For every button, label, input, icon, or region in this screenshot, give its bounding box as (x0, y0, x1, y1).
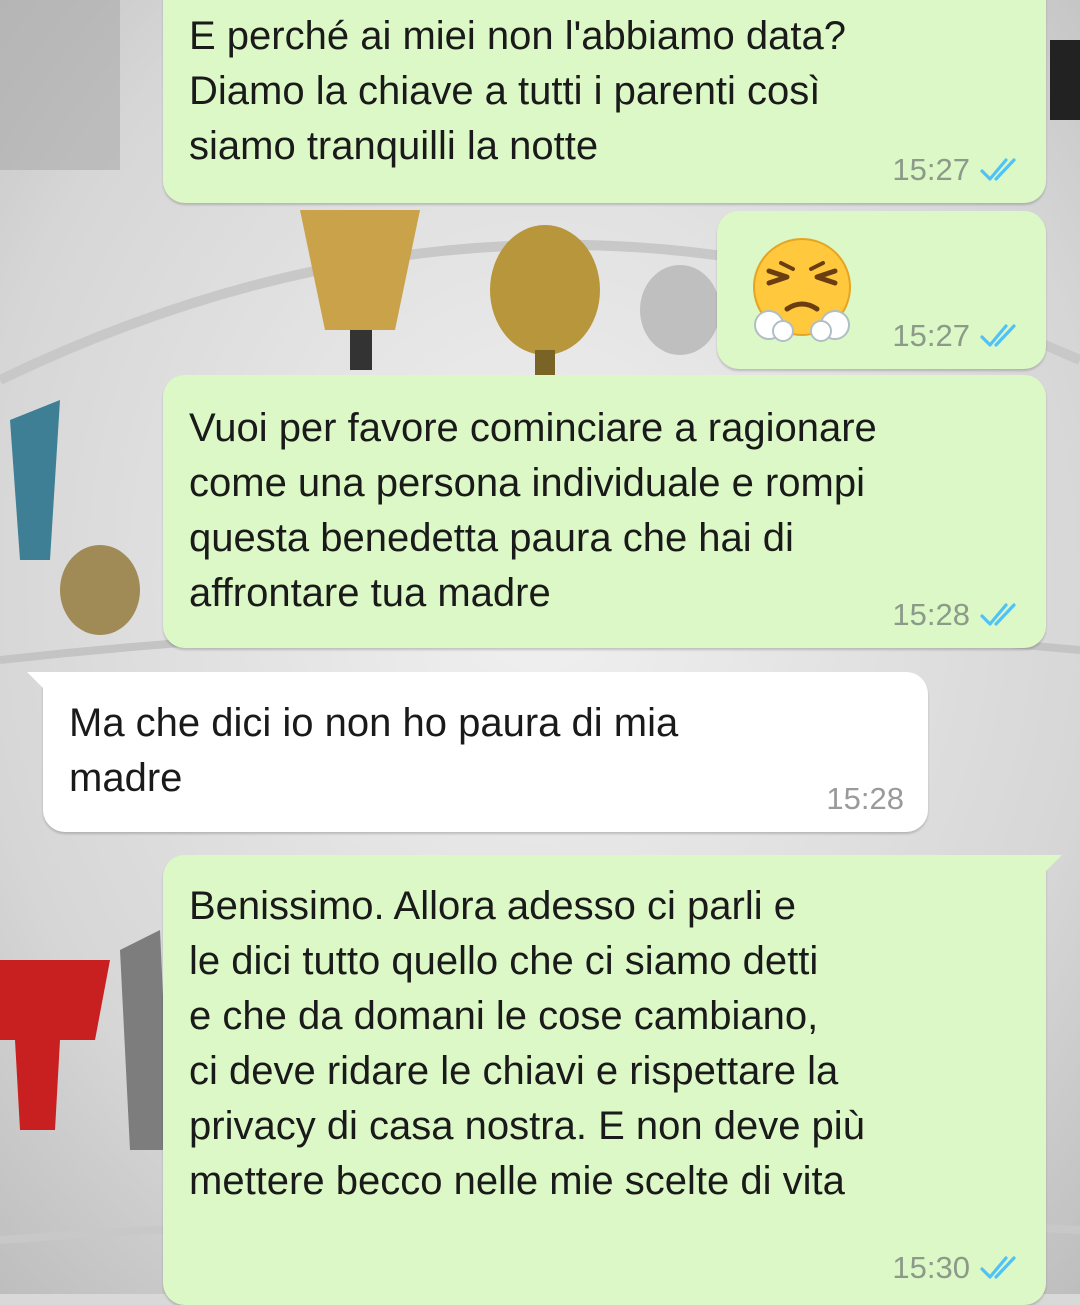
message-meta: 15:28 (892, 598, 1022, 632)
message-text: E perché ai miei non l'abbiamo data? Dia… (189, 14, 846, 168)
double-check-read-icon (980, 158, 1016, 181)
message-timestamp: 15:27 (892, 152, 970, 187)
message-bubble-outgoing[interactable]: Vuoi per favore cominciare a ragionare c… (163, 375, 1046, 648)
message-meta: 15:30 (892, 1251, 1022, 1285)
message-meta: 15:27 (892, 153, 1022, 187)
bubble-tail (27, 672, 49, 694)
message-meta: 15:27 (892, 319, 1022, 353)
message-bubble-incoming[interactable]: Ma che dici io non ho paura di mia madre… (27, 672, 928, 832)
message-text: Benissimo. Allora adesso ci parli e le d… (189, 884, 865, 1203)
face-with-steam-from-nose-icon (753, 238, 851, 342)
message-list[interactable]: E perché ai miei non l'abbiamo data? Dia… (0, 0, 1080, 1305)
message-bubble-outgoing[interactable]: Benissimo. Allora adesso ci parli e le d… (163, 855, 1062, 1305)
message-timestamp: 15:28 (826, 781, 904, 816)
message-bubble-outgoing[interactable]: E perché ai miei non l'abbiamo data? Dia… (163, 0, 1046, 203)
message-timestamp: 15:27 (892, 318, 970, 353)
message-timestamp: 15:30 (892, 1250, 970, 1285)
message-text: Ma che dici io non ho paura di mia madre (69, 701, 679, 800)
message-text: Vuoi per favore cominciare a ragionare c… (189, 406, 877, 615)
double-check-read-icon (980, 324, 1016, 347)
message-timestamp: 15:28 (892, 597, 970, 632)
double-check-read-icon (980, 603, 1016, 626)
bubble-tail (1040, 855, 1062, 877)
double-check-read-icon (980, 1256, 1016, 1279)
message-bubble-outgoing-emoji[interactable]: 15:27 (717, 211, 1046, 369)
message-meta: 15:28 (826, 782, 904, 816)
